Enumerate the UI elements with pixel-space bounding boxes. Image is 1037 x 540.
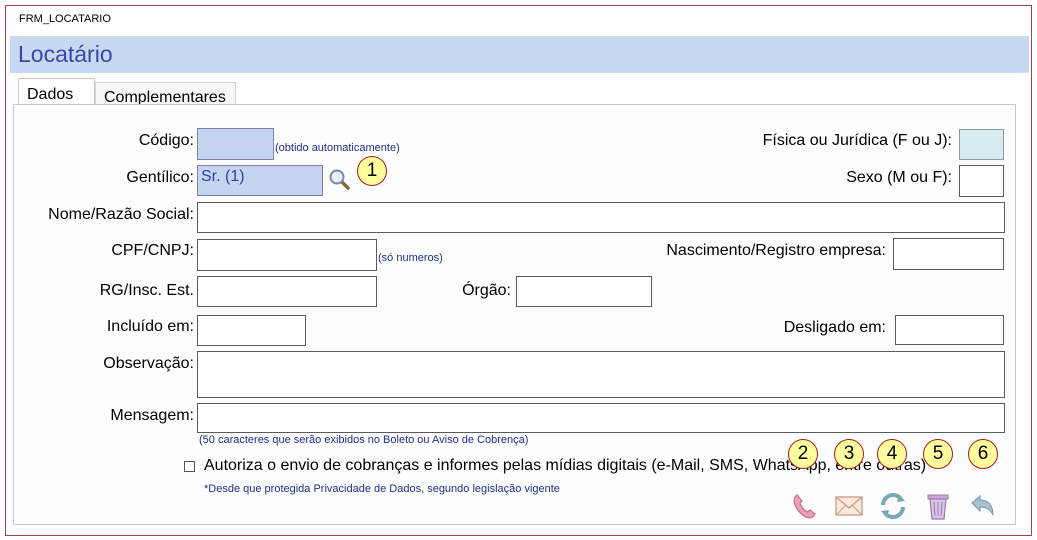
envelope-icon[interactable] bbox=[833, 490, 865, 522]
nome-field[interactable] bbox=[197, 202, 1005, 233]
callout-badge-5: 5 bbox=[923, 439, 953, 469]
rg-label: RG/Insc. Est. bbox=[99, 282, 194, 299]
codigo-label: Código: bbox=[138, 132, 194, 149]
incluido-label: Incluído em: bbox=[106, 318, 194, 335]
page-title: Locatário bbox=[18, 41, 113, 67]
nome-label: Nome/Razão Social: bbox=[48, 206, 194, 223]
consent-label: Autoriza o envio de cobranças e informes… bbox=[204, 457, 927, 474]
callout-badge-6: 6 bbox=[968, 439, 998, 469]
gentilico-field[interactable]: Sr. (1) bbox=[197, 165, 323, 196]
incluido-field[interactable] bbox=[197, 315, 306, 346]
callout-badge-4: 4 bbox=[877, 439, 907, 469]
callout-badge-1: 1 bbox=[357, 156, 387, 186]
nascimento-label: Nascimento/Registro empresa: bbox=[666, 242, 886, 259]
nascimento-field[interactable] bbox=[893, 238, 1004, 270]
sexo-field[interactable] bbox=[959, 165, 1004, 197]
mensagem-field[interactable] bbox=[197, 403, 1005, 433]
mensagem-note: (50 caracteres que serão exibidos no Bol… bbox=[199, 434, 529, 446]
fisica-juridica-field[interactable] bbox=[959, 129, 1004, 160]
codigo-field[interactable] bbox=[197, 128, 274, 160]
observacao-label: Observação: bbox=[103, 355, 194, 372]
undo-icon[interactable] bbox=[966, 490, 998, 522]
desligado-label: Desligado em: bbox=[783, 319, 886, 336]
consent-note: *Desde que protegida Privacidade de Dado… bbox=[204, 483, 560, 495]
codigo-note: (obtido automaticamente) bbox=[275, 142, 400, 154]
callout-badge-3: 3 bbox=[834, 439, 864, 469]
mensagem-label: Mensagem: bbox=[110, 407, 194, 424]
orgao-field[interactable] bbox=[516, 276, 652, 307]
window-title: FRM_LOCATARIO bbox=[19, 13, 111, 25]
consent-checkbox[interactable] bbox=[184, 461, 195, 472]
cpf-field[interactable] bbox=[197, 239, 377, 271]
orgao-label: Órgão: bbox=[462, 282, 511, 299]
phone-icon[interactable] bbox=[789, 490, 821, 522]
observacao-field[interactable] bbox=[197, 351, 1005, 398]
cpf-note: (só numeros) bbox=[378, 252, 443, 264]
refresh-icon[interactable] bbox=[877, 490, 909, 522]
header-bar: Locatário bbox=[10, 36, 1029, 73]
rg-field[interactable] bbox=[197, 276, 377, 307]
gentilico-label: Gentílico: bbox=[126, 169, 194, 186]
sexo-label: Sexo (M ou F): bbox=[846, 169, 952, 186]
desligado-field[interactable] bbox=[895, 315, 1004, 345]
callout-badge-2: 2 bbox=[788, 439, 818, 469]
fisica-juridica-label: Física ou Jurídica (F ou J): bbox=[762, 132, 952, 149]
search-icon[interactable] bbox=[327, 167, 351, 191]
trash-icon[interactable] bbox=[922, 490, 954, 522]
cpf-label: CPF/CNPJ: bbox=[111, 242, 194, 259]
